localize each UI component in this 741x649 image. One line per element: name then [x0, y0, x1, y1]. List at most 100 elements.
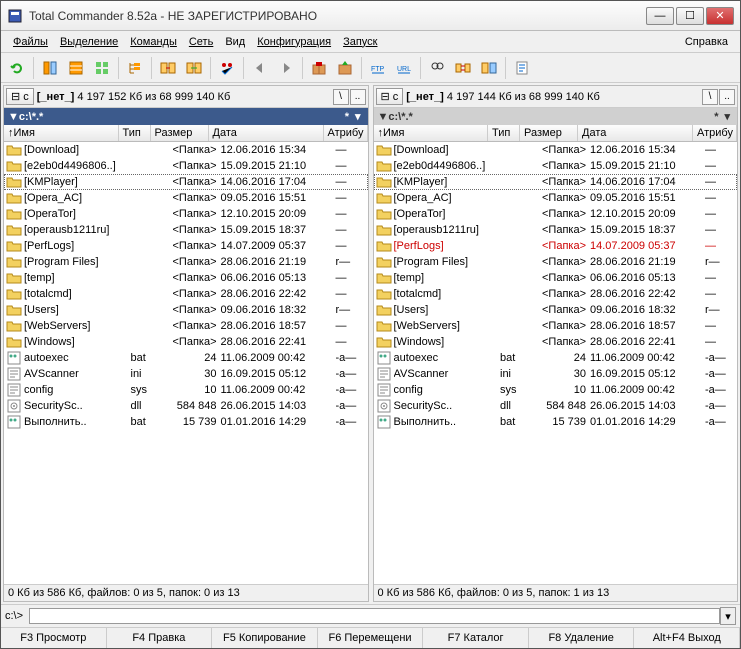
file-row[interactable]: [WebServers]<Папка>28.06.2016 18:57— [374, 318, 738, 334]
menu-selection[interactable]: Выделение [54, 34, 124, 50]
file-row[interactable]: [Windows]<Папка>28.06.2016 22:41— [374, 334, 738, 350]
toolbar-compare-icon[interactable] [477, 56, 501, 80]
toolbar-view-thumbs-icon[interactable] [90, 56, 114, 80]
menu-commands[interactable]: Команды [124, 34, 183, 50]
col-type[interactable]: Тип [488, 125, 520, 141]
menu-files[interactable]: Файлы [7, 34, 54, 50]
right-path-bar[interactable]: ▼c:\*.* * ▾ [374, 108, 738, 125]
file-row[interactable]: [PerfLogs]<Папка>14.07.2009 05:37— [4, 238, 368, 254]
file-row[interactable]: [totalcmd]<Папка>28.06.2016 22:42— [374, 286, 738, 302]
file-row[interactable]: [totalcmd]<Папка>28.06.2016 22:42— [4, 286, 368, 302]
right-history-icon[interactable]: ▾ [721, 110, 733, 123]
f6-move[interactable]: F6 Перемещени [318, 628, 424, 648]
file-row[interactable]: AVScannerini3016.09.2015 05:12-a— [4, 366, 368, 382]
f4-edit[interactable]: F4 Правка [107, 628, 213, 648]
file-row[interactable]: [temp]<Папка>06.06.2016 05:13— [4, 270, 368, 286]
f7-mkdir[interactable]: F7 Каталог [423, 628, 529, 648]
file-row[interactable]: [operausb1211ru]<Папка>15.09.2015 18:37— [4, 222, 368, 238]
file-row[interactable]: [KMPlayer]<Папка>14.06.2016 17:04— [374, 174, 738, 190]
file-row[interactable]: [Opera_AC]<Папка>09.05.2016 15:51— [4, 190, 368, 206]
file-row[interactable]: autoexecbat2411.06.2009 00:42-a— [4, 350, 368, 366]
file-row[interactable]: [Opera_AC]<Папка>09.05.2016 15:51— [374, 190, 738, 206]
toolbar-sync-icon[interactable] [451, 56, 475, 80]
col-type[interactable]: Тип [119, 125, 151, 141]
file-row[interactable]: [Users]<Папка>09.06.2016 18:32r— [374, 302, 738, 318]
menu-view[interactable]: Вид [219, 34, 251, 50]
left-file-list[interactable]: [Download]<Папка>12.06.2016 15:34—[e2eb0… [4, 142, 368, 584]
toolbar-refresh-icon[interactable] [5, 56, 29, 80]
toolbar-search-icon[interactable] [425, 56, 449, 80]
right-drive-button[interactable]: ⊟ c [376, 88, 404, 105]
file-row[interactable]: configsys1011.06.2009 00:42-a— [374, 382, 738, 398]
file-row[interactable]: Выполнить..bat15 73901.01.2016 14:29-a— [4, 414, 368, 430]
altf4-exit[interactable]: Alt+F4 Выход [634, 628, 740, 648]
right-up-button[interactable]: .. [719, 89, 735, 105]
col-date[interactable]: Дата [209, 125, 324, 141]
file-row[interactable]: [Download]<Папка>12.06.2016 15:34— [374, 142, 738, 158]
toolbar-url-icon[interactable]: URL [392, 56, 416, 80]
col-attr[interactable]: Атрибу [693, 125, 737, 141]
file-row[interactable]: SecuritySc..dll584 84826.06.2015 14:03-a… [374, 398, 738, 414]
file-row[interactable]: [e2eb0d4496806..]<Папка>15.09.2015 21:10… [374, 158, 738, 174]
file-row[interactable]: [OperaTor]<Папка>12.10.2015 20:09— [374, 206, 738, 222]
file-row[interactable]: [KMPlayer]<Папка>14.06.2016 17:04— [4, 174, 368, 190]
file-row[interactable]: autoexecbat2411.06.2009 00:42-a— [374, 350, 738, 366]
toolbar-view-full-icon[interactable] [64, 56, 88, 80]
file-row[interactable]: [e2eb0d4496806..]<Папка>15.09.2015 21:10… [4, 158, 368, 174]
toolbar-unpack-icon[interactable] [333, 56, 357, 80]
col-name[interactable]: ↑Имя [4, 125, 119, 141]
file-row[interactable]: [OperaTor]<Папка>12.10.2015 20:09— [4, 206, 368, 222]
toolbar-same-panel-icon[interactable] [182, 56, 206, 80]
file-row[interactable]: [Download]<Папка>12.06.2016 15:34— [4, 142, 368, 158]
command-input[interactable] [29, 608, 720, 624]
right-root-button[interactable]: \ [702, 89, 718, 105]
toolbar-view-brief-icon[interactable] [38, 56, 62, 80]
f8-delete[interactable]: F8 Удаление [529, 628, 635, 648]
toolbar-swap-panels-icon[interactable] [156, 56, 180, 80]
file-row[interactable]: [PerfLogs]<Папка>14.07.2009 05:37— [374, 238, 738, 254]
toolbar-invert-icon[interactable] [215, 56, 239, 80]
file-row[interactable]: configsys1011.06.2009 00:42-a— [4, 382, 368, 398]
toolbar-forward-icon[interactable] [274, 56, 298, 80]
menu-net[interactable]: Сеть [183, 34, 219, 50]
maximize-button[interactable]: ☐ [676, 7, 704, 25]
col-size[interactable]: Размер [151, 125, 209, 141]
menu-config[interactable]: Конфигурация [251, 34, 337, 50]
file-row[interactable]: [Users]<Папка>09.06.2016 18:32r— [4, 302, 368, 318]
file-row[interactable]: [operausb1211ru]<Папка>15.09.2015 18:37— [374, 222, 738, 238]
file-row[interactable]: Выполнить..bat15 73901.01.2016 14:29-a— [374, 414, 738, 430]
col-size[interactable]: Размер [520, 125, 578, 141]
file-row[interactable]: [Program Files]<Папка>28.06.2016 21:19r— [4, 254, 368, 270]
col-attr[interactable]: Атрибу [324, 125, 368, 141]
file-name: [Opera_AC] [394, 192, 501, 204]
toolbar-ftp-icon[interactable]: FTP [366, 56, 390, 80]
file-row[interactable]: AVScannerini3016.09.2015 05:12-a— [374, 366, 738, 382]
file-row[interactable]: [Program Files]<Папка>28.06.2016 21:19r— [374, 254, 738, 270]
right-favorites-icon[interactable]: * [711, 111, 721, 123]
file-row[interactable]: SecuritySc..dll584 84826.06.2015 14:03-a… [4, 398, 368, 414]
toolbar-notepad-icon[interactable] [510, 56, 534, 80]
left-history-icon[interactable]: ▾ [352, 110, 364, 123]
file-row[interactable]: [Windows]<Папка>28.06.2016 22:41— [4, 334, 368, 350]
file-row[interactable]: [temp]<Папка>06.06.2016 05:13— [374, 270, 738, 286]
left-favorites-icon[interactable]: * [342, 111, 352, 123]
left-path-bar[interactable]: ▼c:\*.* * ▾ [4, 108, 368, 125]
command-history-dropdown[interactable]: ▾ [720, 607, 736, 625]
left-drive-button[interactable]: ⊟ c [6, 88, 34, 105]
f3-view[interactable]: F3 Просмотр [1, 628, 107, 648]
file-size: <Папка> [163, 288, 221, 300]
file-row[interactable]: [WebServers]<Папка>28.06.2016 18:57— [4, 318, 368, 334]
right-file-list[interactable]: [Download]<Папка>12.06.2016 15:34—[e2eb0… [374, 142, 738, 584]
toolbar-tree-icon[interactable] [123, 56, 147, 80]
f5-copy[interactable]: F5 Копирование [212, 628, 318, 648]
col-date[interactable]: Дата [578, 125, 693, 141]
toolbar-pack-icon[interactable] [307, 56, 331, 80]
toolbar-back-icon[interactable] [248, 56, 272, 80]
col-name[interactable]: ↑Имя [374, 125, 489, 141]
left-root-button[interactable]: \ [333, 89, 349, 105]
menu-run[interactable]: Запуск [337, 34, 383, 50]
menu-help[interactable]: Справка [679, 34, 734, 50]
minimize-button[interactable]: — [646, 7, 674, 25]
close-button[interactable]: ✕ [706, 7, 734, 25]
left-up-button[interactable]: .. [350, 89, 366, 105]
